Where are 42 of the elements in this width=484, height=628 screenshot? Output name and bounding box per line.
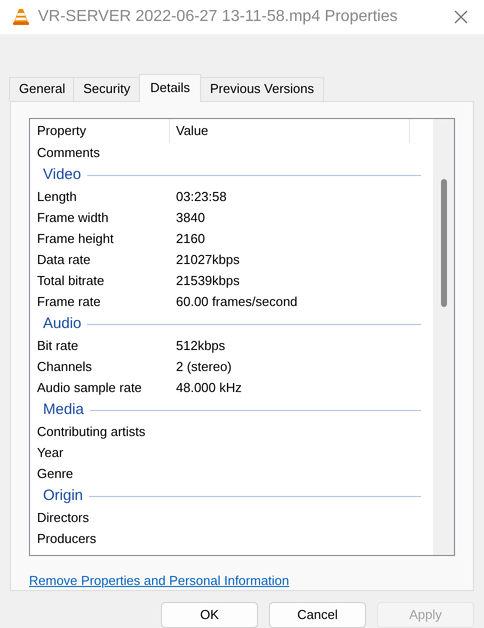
scrollbar-thumb[interactable] [440,178,446,306]
group-heading: Video [43,164,82,185]
traffic-cone-icon [12,8,30,26]
property-name: Frame width [36,209,110,228]
remove-properties-link[interactable]: Remove Properties and Personal Information [29,572,290,588]
column-header[interactable]: Property [30,118,170,142]
property-value: 03:23:58 [175,188,227,206]
property-name: Frame rate [36,293,102,312]
dialog-button[interactable]: Cancel [269,602,366,628]
tab[interactable]: Security [73,76,140,100]
group-heading: Media [43,400,84,420]
property-name: Year [36,444,64,462]
close-icon[interactable] [454,10,468,24]
column-header[interactable]: Value [170,118,410,142]
property-name: Producers [36,530,98,548]
property-name: Data rate [36,251,92,270]
property-value: 2 (stereo) [175,358,232,376]
property-name: Contributing artists [36,423,146,442]
property-name: Bit rate [36,337,80,356]
tab[interactable]: Previous Versions [200,76,324,100]
dialog-button[interactable]: OK [161,602,258,628]
property-name: Length [36,188,78,206]
group-heading: Audio [43,314,82,334]
property-value: 21027kbps [175,251,240,270]
tab[interactable]: Details [139,74,201,102]
tab[interactable]: General [9,76,76,100]
property-value: 2160 [175,230,205,248]
property-name: Frame height [36,230,115,248]
property-value: 48.000 kHz [175,379,242,398]
property-name: Directors [36,509,90,528]
property-value: 512kbps [175,337,226,356]
property-name: Comments [36,144,101,162]
property-value: 3840 [175,209,205,228]
property-name: Channels [36,358,93,376]
property-value: 21539kbps [175,272,240,290]
property-name: Total bitrate [36,272,106,290]
group-heading: Origin [43,486,84,506]
property-name: Genre [36,465,74,484]
property-name: Audio sample rate [36,379,143,398]
scrollbar[interactable] [433,118,454,554]
property-value: 60.00 frames/second [175,293,298,312]
window-title: VR-SERVER 2022-06-27 13-11-58.mp4 Properties [38,7,398,28]
